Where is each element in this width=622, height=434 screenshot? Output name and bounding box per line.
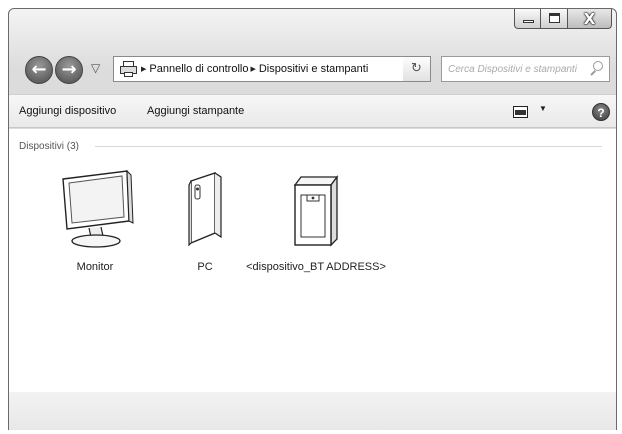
devices-printers-icon	[119, 60, 139, 78]
help-icon[interactable]: ?	[592, 103, 610, 121]
refresh-button[interactable]: ↻	[403, 56, 431, 82]
device-item-bt-address[interactable]: <dispositivo_BT ADDRESS>	[241, 167, 391, 273]
device-item-pc[interactable]: PC	[169, 167, 241, 273]
device-label: PC	[197, 261, 213, 273]
monitor-icon	[49, 167, 141, 253]
search-input[interactable]: Cerca Dispositivi e stampanti	[448, 64, 577, 75]
change-view-icon[interactable]	[513, 106, 528, 118]
maximize-button[interactable]	[541, 9, 568, 29]
view-options-dropdown[interactable]: ▼	[539, 104, 547, 113]
devices-group-header[interactable]: Dispositivi (3)	[19, 141, 602, 152]
devices-group-label: Dispositivi (3)	[19, 141, 80, 152]
forward-button[interactable]: →	[55, 56, 83, 84]
address-bar[interactable]: ▶ Pannello di controllo ▶ Dispositivi e …	[113, 56, 431, 82]
group-divider	[95, 146, 602, 147]
close-icon: X	[583, 10, 596, 28]
minimize-button[interactable]	[514, 9, 541, 29]
close-button[interactable]: X	[568, 9, 612, 29]
command-bar: Aggiungi dispositivo Aggiungi stampante …	[9, 94, 616, 128]
bluetooth-device-icon	[241, 167, 391, 253]
search-icon[interactable]	[589, 60, 605, 78]
add-device-button[interactable]: Aggiungi dispositivo	[19, 105, 116, 117]
device-label: <dispositivo_BT ADDRESS>	[246, 261, 386, 273]
device-label: Monitor	[76, 261, 114, 273]
breadcrumb-devices-printers[interactable]: Dispositivi e stampanti	[259, 63, 368, 75]
breadcrumb-separator-icon[interactable]: ▶	[141, 65, 146, 73]
device-item-monitor[interactable]: Monitor	[49, 167, 141, 273]
explorer-window: X ← → ▽ ▶ Pannello di controllo ▶ Dispos…	[8, 8, 617, 430]
navigation-bar: ← → ▽ ▶ Pannello di controllo ▶ Disposit…	[9, 51, 616, 87]
back-button[interactable]: ←	[25, 56, 53, 84]
devices-content-pane: Dispositivi (3) Monitor PC <dispositivo_…	[9, 129, 616, 392]
breadcrumb-control-panel[interactable]: Pannello di controllo	[149, 63, 248, 75]
recent-pages-dropdown[interactable]: ▽	[91, 61, 100, 75]
details-pane	[9, 392, 616, 430]
add-printer-button[interactable]: Aggiungi stampante	[147, 105, 244, 117]
caption-buttons: X	[514, 9, 612, 29]
search-box[interactable]: Cerca Dispositivi e stampanti	[441, 56, 610, 82]
maximize-icon	[549, 13, 560, 23]
breadcrumb-separator-icon[interactable]: ▶	[250, 65, 255, 73]
minimize-icon	[523, 20, 534, 23]
pc-icon	[169, 167, 241, 253]
